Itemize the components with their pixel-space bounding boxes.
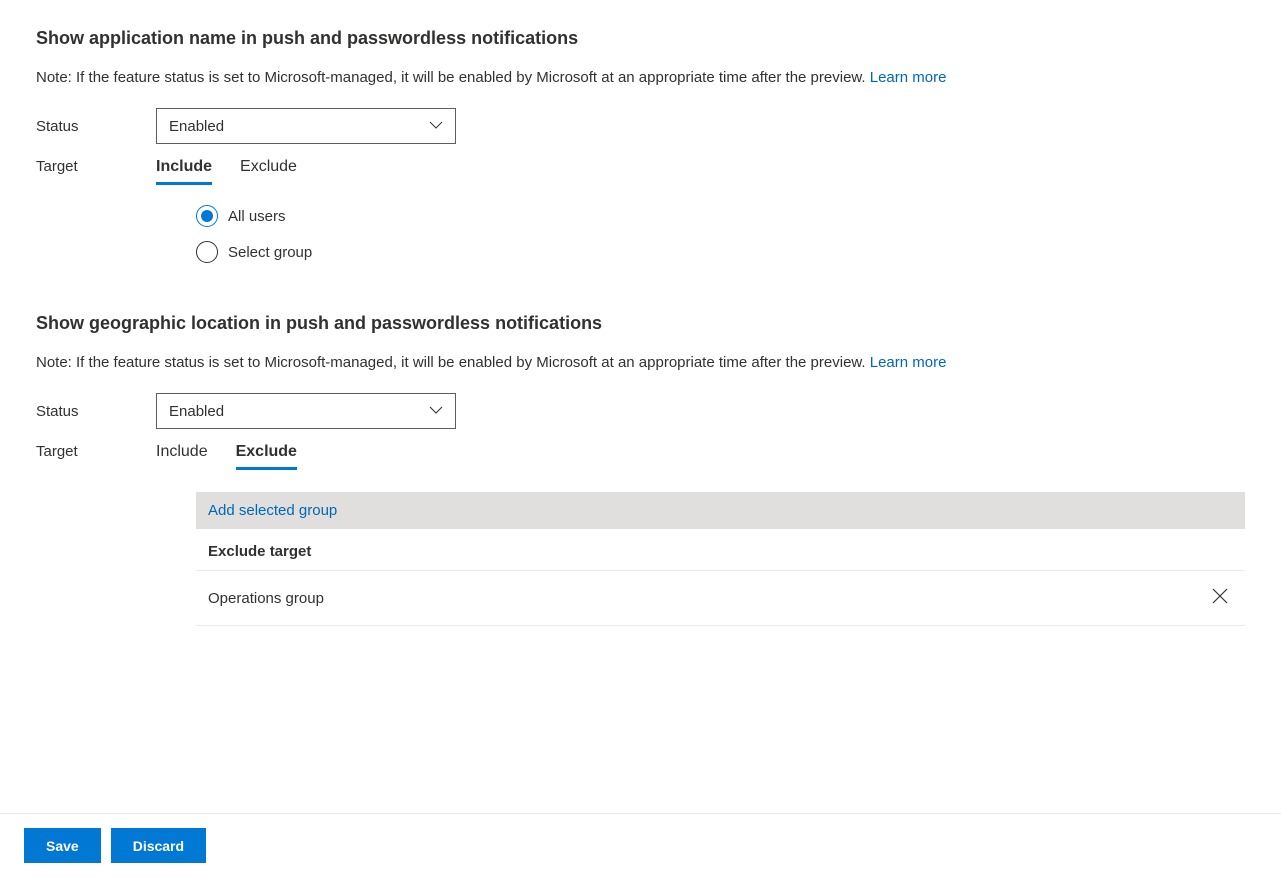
section2-note: Note: If the feature status is set to Mi… <box>36 354 1245 371</box>
section1-note: Note: If the feature status is set to Mi… <box>36 69 1245 86</box>
section2-status-dropdown[interactable]: Enabled <box>156 393 456 429</box>
save-button[interactable]: Save <box>24 828 101 863</box>
section2-learn-more-link[interactable]: Learn more <box>870 354 947 371</box>
section1-target-label: Target <box>36 158 156 175</box>
section1-tab-exclude[interactable]: Exclude <box>240 158 297 185</box>
add-selected-group-button[interactable]: Add selected group <box>196 492 1245 529</box>
footer-bar: Save Discard <box>0 813 1281 877</box>
radio-selected-icon <box>196 205 218 227</box>
chevron-down-icon <box>429 118 443 135</box>
section1-tab-include[interactable]: Include <box>156 158 212 185</box>
section1-status-label: Status <box>36 118 156 135</box>
section2-tab-include[interactable]: Include <box>156 443 208 470</box>
section1-status-dropdown[interactable]: Enabled <box>156 108 456 144</box>
section2-title: Show geographic location in push and pas… <box>36 313 1245 334</box>
section2-status-value: Enabled <box>169 403 224 420</box>
close-icon <box>1211 592 1229 609</box>
section1-learn-more-link[interactable]: Learn more <box>870 69 947 86</box>
discard-button[interactable]: Discard <box>111 828 206 863</box>
remove-exclude-target-button[interactable] <box>1207 583 1233 613</box>
section1-title: Show application name in push and passwo… <box>36 28 1245 49</box>
radio-unselected-icon <box>196 241 218 263</box>
section1-radio-select-group-label: Select group <box>228 244 312 261</box>
exclude-target-row: Operations group <box>196 571 1245 626</box>
exclude-target-header: Exclude target <box>196 529 1245 571</box>
section1-radio-all-users-label: All users <box>228 208 286 225</box>
section1-radio-select-group[interactable]: Select group <box>196 241 1245 263</box>
section2-status-label: Status <box>36 403 156 420</box>
section2-target-label: Target <box>36 443 156 460</box>
section1-note-text: Note: If the feature status is set to Mi… <box>36 69 870 86</box>
chevron-down-icon <box>429 403 443 420</box>
section1-status-value: Enabled <box>169 118 224 135</box>
section2-tab-exclude[interactable]: Exclude <box>236 443 297 470</box>
section2-note-text: Note: If the feature status is set to Mi… <box>36 354 870 371</box>
section1-radio-all-users[interactable]: All users <box>196 205 1245 227</box>
exclude-target-name: Operations group <box>208 590 324 607</box>
